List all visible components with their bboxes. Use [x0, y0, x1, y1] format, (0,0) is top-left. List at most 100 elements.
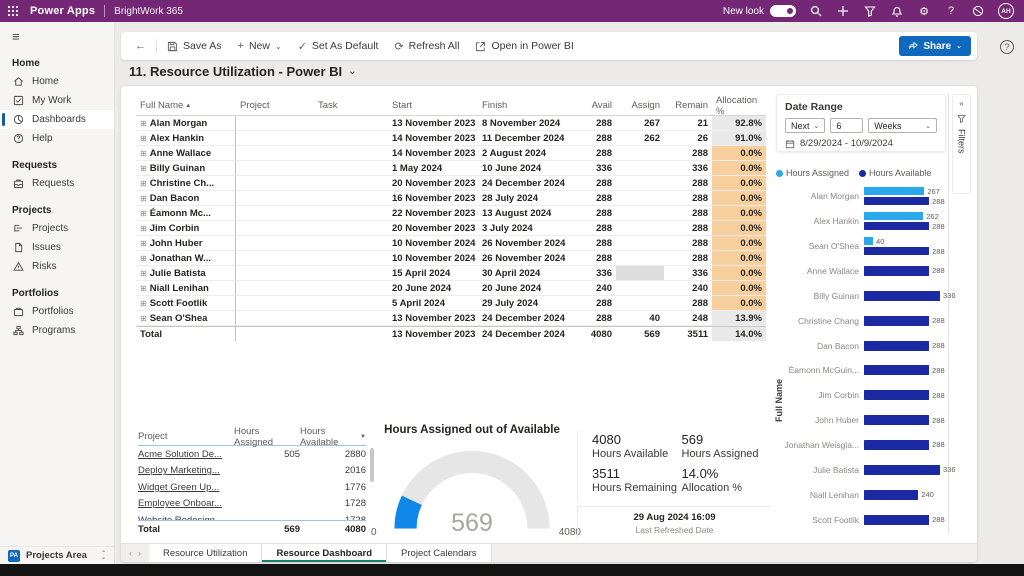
sidebar-item-help[interactable]: Help	[0, 129, 114, 148]
help-icon[interactable]: ?	[944, 4, 958, 18]
table-header-task[interactable]: Task	[314, 96, 388, 116]
hours-available-bar[interactable]	[864, 291, 940, 301]
table-header-assign[interactable]: Assign	[616, 96, 664, 116]
project-link[interactable]: Widget Green Up...	[138, 479, 234, 496]
report-tab-resource-dashboard[interactable]: Resource Dashboard	[262, 544, 387, 562]
project-link[interactable]: Employee Onboar...	[138, 496, 234, 513]
expand-row-icon[interactable]: ⊞	[140, 314, 147, 323]
add-icon[interactable]	[836, 4, 850, 18]
project-link[interactable]: Acme Solution De...	[138, 446, 234, 463]
table-header-full-name[interactable]: Full Name▲	[136, 96, 236, 116]
date-range-unit-select[interactable]: Weeks⌄	[868, 118, 937, 133]
table-header-finish[interactable]: Finish	[478, 96, 568, 116]
sidebar-item-dashboards[interactable]: Dashboards	[0, 110, 114, 129]
table-row-name[interactable]: ⊞Éamonn Mc...	[136, 206, 236, 221]
search-icon[interactable]	[809, 4, 823, 18]
table-row-name[interactable]: ⊞Jim Corbin	[136, 221, 236, 236]
table-row-name[interactable]: ⊞Alan Morgan	[136, 116, 236, 131]
refresh-all-button[interactable]: ⟳Refresh All	[386, 35, 467, 57]
expand-row-icon[interactable]: ⊞	[140, 254, 147, 263]
hours-available-bar[interactable]	[864, 515, 929, 525]
table-row-name[interactable]: ⊞Alex Hankin	[136, 131, 236, 146]
table-header-project[interactable]: Project	[236, 96, 314, 116]
table-row-name[interactable]: ⊞Sean O'Shea	[136, 311, 236, 326]
save-as-button[interactable]: Save As	[159, 35, 230, 57]
hours-available-bar[interactable]	[864, 465, 940, 475]
sidebar-item-projects[interactable]: Projects	[0, 219, 114, 238]
expand-filters-chevron-icon[interactable]: «	[959, 99, 963, 108]
app-name[interactable]: Power Apps	[30, 5, 95, 17]
expand-row-icon[interactable]: ⊞	[140, 239, 147, 248]
tabs-scroll-left-icon[interactable]: ‹	[129, 548, 132, 558]
hours-assigned-bar[interactable]	[864, 212, 923, 220]
table-row-name[interactable]: ⊞Julie Batista	[136, 266, 236, 281]
hours-available-bar[interactable]	[864, 316, 929, 326]
table-row-name[interactable]: ⊞Scott Footlik	[136, 296, 236, 311]
sidebar-item-programs[interactable]: Programs	[0, 321, 114, 340]
new-look-toggle[interactable]	[770, 5, 796, 17]
table-row-name[interactable]: ⊞Christine Ch...	[136, 176, 236, 191]
hours-available-bar[interactable]	[864, 415, 929, 425]
legend-item-hours-assigned[interactable]: Hours Assigned	[776, 168, 849, 178]
expand-row-icon[interactable]: ⊞	[140, 149, 147, 158]
expand-row-icon[interactable]: ⊞	[140, 284, 147, 293]
table-header-allocation-[interactable]: Allocation %	[712, 96, 766, 116]
filters-pane-collapsed[interactable]: « Filters	[952, 94, 971, 194]
date-range-direction-select[interactable]: Next⌄	[785, 118, 825, 133]
table-row-name[interactable]: ⊞Jonathan W...	[136, 251, 236, 266]
table-total-row-name[interactable]: Total	[136, 326, 236, 341]
expand-row-icon[interactable]: ⊞	[140, 164, 147, 173]
hours-assigned-bar[interactable]	[864, 237, 873, 245]
share-button[interactable]: Share ⌄	[899, 36, 971, 56]
area-switcher[interactable]: PA Projects Area ⌃⌄	[0, 546, 114, 564]
table-row-name[interactable]: ⊞Billy Guinan	[136, 161, 236, 176]
sidebar-item-risks[interactable]: Risks	[0, 257, 114, 276]
app-launcher-icon[interactable]	[0, 0, 26, 22]
hours-available-bar[interactable]	[864, 490, 918, 500]
sidebar-item-requests[interactable]: Requests	[0, 174, 114, 193]
dashboard-selector-chevron-icon[interactable]: ⌄	[348, 66, 356, 77]
project-link[interactable]: Website Redesign	[138, 512, 234, 520]
expand-row-icon[interactable]: ⊞	[140, 299, 147, 308]
table-row-name[interactable]: ⊞Dan Bacon	[136, 191, 236, 206]
hours-available-bar[interactable]	[864, 222, 929, 230]
expand-row-icon[interactable]: ⊞	[140, 209, 147, 218]
table-header-avail[interactable]: Avail	[568, 96, 616, 116]
filter-icon[interactable]	[863, 4, 877, 18]
page-help-icon[interactable]: ?	[1000, 40, 1014, 54]
set-as-default-button[interactable]: ✓Set As Default	[290, 35, 387, 57]
date-range-count-input[interactable]: 6	[830, 118, 863, 133]
open-in-power-bi-button[interactable]: Open in Power BI	[467, 35, 581, 57]
project-table-header-hours-available[interactable]: Hours Available▼	[300, 428, 366, 446]
hours-available-bar[interactable]	[864, 197, 929, 205]
expand-row-icon[interactable]: ⊞	[140, 224, 147, 233]
expand-row-icon[interactable]: ⊞	[140, 119, 147, 128]
table-row-name[interactable]: ⊞John Huber	[136, 236, 236, 251]
legend-item-hours-available[interactable]: Hours Available	[859, 168, 931, 178]
hours-available-bar[interactable]	[864, 365, 929, 375]
sidebar-item-home[interactable]: Home	[0, 72, 114, 91]
sidebar-item-portfolios[interactable]: Portfolios	[0, 302, 114, 321]
expand-row-icon[interactable]: ⊞	[140, 179, 147, 188]
globe-icon[interactable]	[971, 4, 985, 18]
expand-row-icon[interactable]: ⊞	[140, 194, 147, 203]
back-button[interactable]: ←	[127, 35, 154, 57]
table-header-start[interactable]: Start	[388, 96, 478, 116]
project-table-header-hours-assigned[interactable]: Hours Assigned	[234, 428, 300, 446]
report-tab-resource-utilization[interactable]: Resource Utilization	[149, 544, 262, 562]
report-tab-project-calendars[interactable]: Project Calendars	[387, 544, 492, 562]
project-table-header-project[interactable]: Project	[138, 428, 234, 446]
new-button[interactable]: +New⌄	[230, 35, 290, 57]
table-header-remain[interactable]: Remain	[664, 96, 712, 116]
hours-available-bar[interactable]	[864, 390, 929, 400]
user-avatar[interactable]: AH	[998, 3, 1014, 19]
hours-available-bar[interactable]	[864, 266, 929, 276]
project-link[interactable]: Deploy Marketing...	[138, 463, 234, 480]
hours-available-bar[interactable]	[864, 440, 929, 450]
table-row-name[interactable]: ⊞Anne Wallace	[136, 146, 236, 161]
sidebar-item-issues[interactable]: Issues	[0, 238, 114, 257]
tabs-scroll-right-icon[interactable]: ›	[138, 548, 141, 558]
environment-name[interactable]: BrightWork 365	[114, 6, 183, 17]
sidebar-item-my-work[interactable]: My Work	[0, 91, 114, 110]
sidebar-collapse-icon[interactable]: ≡	[0, 22, 114, 46]
